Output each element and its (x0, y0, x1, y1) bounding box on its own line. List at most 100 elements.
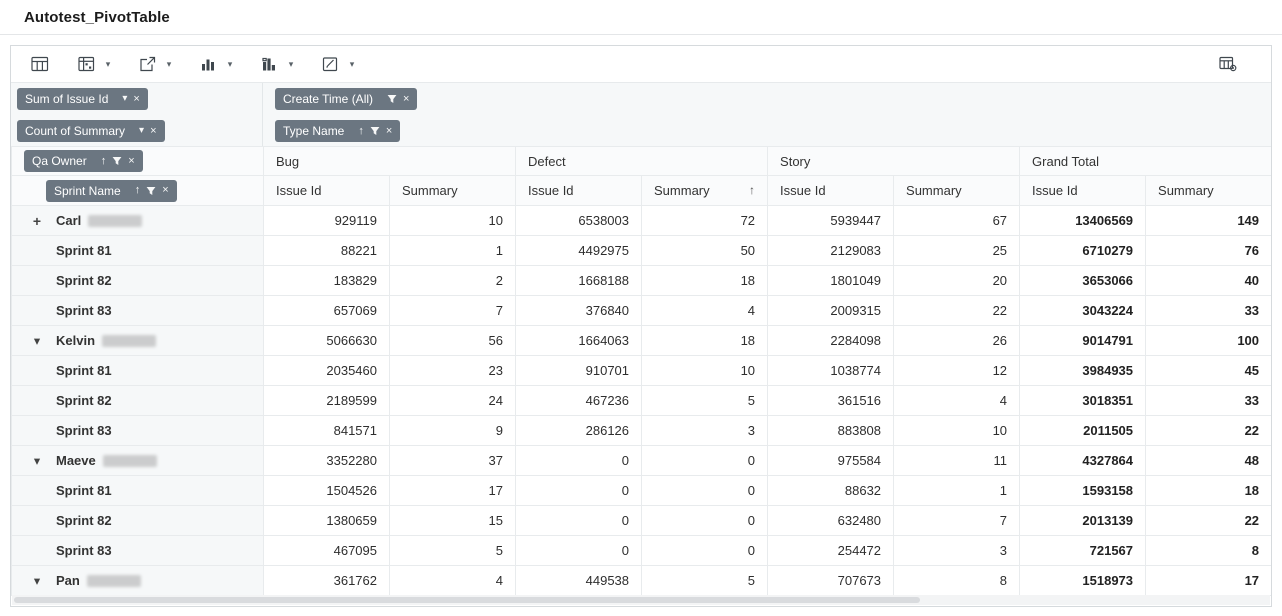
value-cell: 1380659 (264, 506, 390, 536)
value-cell: 9014791 (1020, 326, 1146, 356)
tool-stacked-chart[interactable]: ▾ (256, 51, 297, 77)
col-header-grand-total-summary[interactable]: Summary (1146, 176, 1272, 206)
sort-asc-icon[interactable]: ↑ (749, 183, 755, 197)
table-view-icon[interactable] (27, 51, 53, 77)
sprint-row: Sprint 8115045261700886321159315818 (12, 476, 1272, 506)
filter-icon[interactable] (112, 156, 122, 166)
close-icon[interactable]: × (162, 185, 168, 196)
chip-sprint-name[interactable]: Sprint Name ↑ × (46, 180, 177, 202)
tool-pivot-view[interactable]: ▾ (73, 51, 114, 77)
chip-create-time-filter[interactable]: Create Time (All) × (275, 88, 417, 110)
stacked-chart-icon[interactable] (256, 51, 282, 77)
value-cell: 50 (642, 236, 768, 266)
caret-down-icon[interactable]: ▾ (139, 126, 144, 136)
chevron-down-icon[interactable]: ▾ (285, 59, 297, 70)
value-cell: 657069 (264, 296, 390, 326)
value-cell: 4 (390, 566, 516, 596)
row-header-cell[interactable]: Sprint 83 (12, 416, 264, 446)
filter-icon[interactable] (387, 94, 397, 104)
chip-type-name[interactable]: Type Name ↑ × (275, 120, 400, 142)
col-header-label: Summary (654, 183, 710, 198)
chevron-down-icon[interactable]: ▾ (224, 59, 236, 70)
tool-export[interactable]: ▾ (134, 51, 175, 77)
sort-asc-icon[interactable]: ↑ (358, 126, 364, 137)
close-icon[interactable]: × (403, 94, 409, 105)
row-header-cell[interactable]: ▾Maeve (12, 446, 264, 476)
tool-field-settings[interactable] (1215, 51, 1241, 77)
value-cell: 45 (1146, 356, 1272, 386)
chip-count-of-summary[interactable]: Count of Summary ▾ × (17, 120, 165, 142)
row-header-cell[interactable]: ▾Kelvin (12, 326, 264, 356)
value-cell: 8 (894, 566, 1020, 596)
chevron-down-icon[interactable]: ▾ (346, 59, 358, 70)
redacted-name (88, 215, 142, 227)
chip-qa-owner[interactable]: Qa Owner ↑ × (24, 150, 143, 172)
collapse-icon[interactable]: ▾ (30, 454, 44, 467)
row-label: Sprint 82 (56, 514, 112, 529)
value-cell: 841571 (264, 416, 390, 446)
pivot-view-icon[interactable] (73, 51, 99, 77)
row-header-cell[interactable]: Sprint 83 (12, 536, 264, 566)
caret-down-icon[interactable]: ▾ (122, 94, 127, 104)
value-cell: 4327864 (1020, 446, 1146, 476)
row-header-cell[interactable]: Sprint 82 (12, 506, 264, 536)
chevron-down-icon[interactable]: ▾ (163, 59, 175, 70)
row-label: Sprint 82 (56, 394, 112, 409)
collapse-icon[interactable]: ▾ (30, 334, 44, 347)
value-cell: 1518973 (1020, 566, 1146, 596)
chip-sum-of-issue-id[interactable]: Sum of Issue Id ▾ × (17, 88, 148, 110)
row-header-cell[interactable]: Sprint 82 (12, 266, 264, 296)
sort-asc-icon[interactable]: ↑ (101, 156, 107, 167)
column-group-story[interactable]: Story (768, 147, 1020, 176)
value-cell: 910701 (516, 356, 642, 386)
row-header-cell[interactable]: Sprint 81 (12, 356, 264, 386)
value-cell: 8 (1146, 536, 1272, 566)
edit-icon[interactable] (317, 51, 343, 77)
close-icon[interactable]: × (128, 156, 134, 167)
close-icon[interactable]: × (386, 126, 392, 137)
row-header-cell[interactable]: ▾ Pan (12, 566, 264, 596)
col-header-story-summary[interactable]: Summary (894, 176, 1020, 206)
tool-edit[interactable]: ▾ (317, 51, 358, 77)
column-group-bug[interactable]: Bug (264, 147, 516, 176)
close-icon[interactable]: × (133, 94, 139, 105)
value-cell: 467095 (264, 536, 390, 566)
filter-icon[interactable] (146, 186, 156, 196)
sort-asc-icon[interactable]: ↑ (135, 185, 141, 196)
close-icon[interactable]: × (150, 126, 156, 137)
scrollbar-thumb[interactable] (14, 597, 920, 603)
value-cell: 3984935 (1020, 356, 1146, 386)
tool-column-chart[interactable]: ▾ (195, 51, 236, 77)
row-header-cell[interactable]: +Carl (12, 206, 264, 236)
col-header-story-issue-id[interactable]: Issue Id (768, 176, 894, 206)
value-cell: 0 (642, 446, 768, 476)
row-header-cell[interactable]: Sprint 83 (12, 296, 264, 326)
filter-icon[interactable] (370, 126, 380, 136)
column-group-defect[interactable]: Defect (516, 147, 768, 176)
horizontal-scrollbar[interactable] (12, 595, 1270, 605)
field-zones: Sum of Issue Id ▾ × Count of Summary ▾ ×… (11, 82, 1271, 146)
row-label: Pan (56, 574, 80, 589)
col-header-bug-summary[interactable]: Summary (390, 176, 516, 206)
row-header-cell[interactable]: Sprint 81 (12, 476, 264, 506)
row-header-cell[interactable]: Sprint 81 (12, 236, 264, 266)
col-header-defect-summary[interactable]: Summary ↑ (642, 176, 768, 206)
sprint-row: Sprint 838415719286126388380810201150522 (12, 416, 1272, 446)
chevron-down-icon[interactable]: ▾ (102, 59, 114, 70)
column-chart-icon[interactable] (195, 51, 221, 77)
col-header-grand-total-issue-id[interactable]: Issue Id (1020, 176, 1146, 206)
export-icon[interactable] (134, 51, 160, 77)
expand-icon[interactable]: + (30, 213, 44, 229)
col-header-bug-issue-id[interactable]: Issue Id (264, 176, 390, 206)
field-settings-icon[interactable] (1215, 51, 1241, 77)
collapse-icon[interactable]: ▾ (30, 574, 44, 587)
col-header-defect-issue-id[interactable]: Issue Id (516, 176, 642, 206)
row-header-cell[interactable]: Sprint 82 (12, 386, 264, 416)
value-cell: 707673 (768, 566, 894, 596)
value-cell: 1801049 (768, 266, 894, 296)
column-group-grand-total[interactable]: Grand Total (1020, 147, 1272, 176)
value-cell: 0 (642, 476, 768, 506)
tool-table-view[interactable] (27, 51, 53, 77)
row-label: Sprint 81 (56, 244, 112, 259)
value-cell: 975584 (768, 446, 894, 476)
